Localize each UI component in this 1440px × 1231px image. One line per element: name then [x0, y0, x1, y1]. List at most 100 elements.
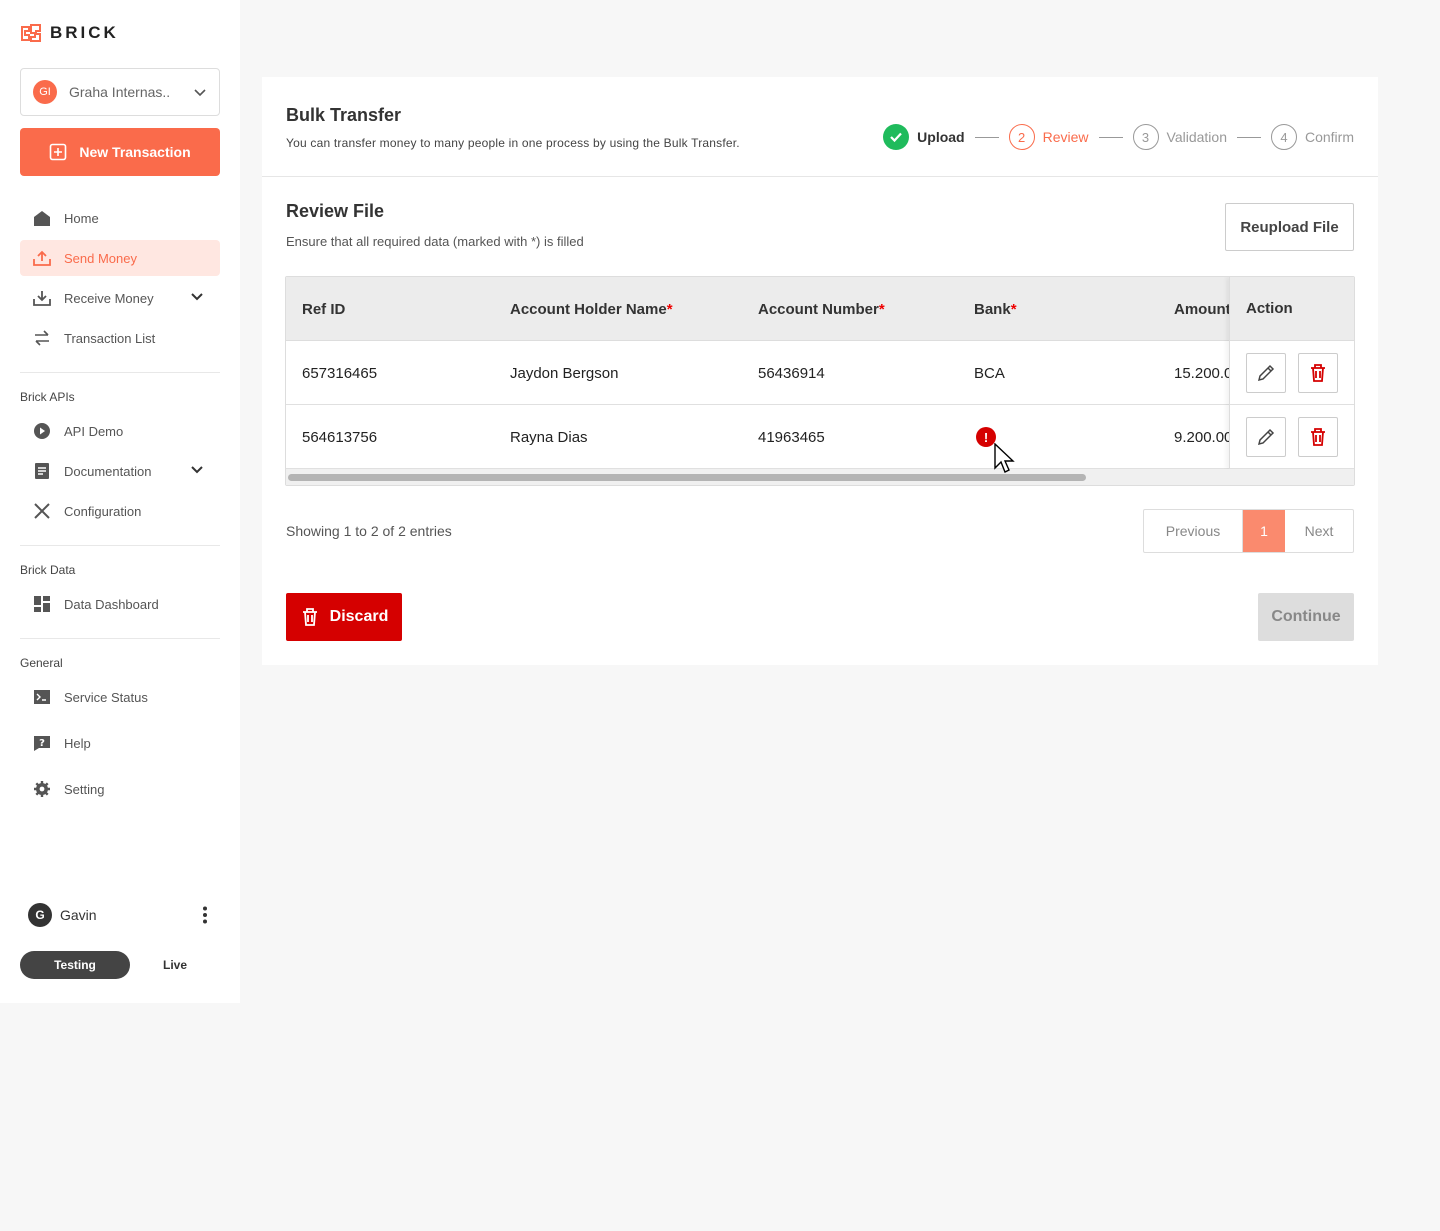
mouse-cursor-icon: [994, 443, 1015, 473]
sidebar-divider: [20, 372, 220, 373]
env-live-button[interactable]: Live: [130, 951, 220, 979]
cell-ref-id: 564613756: [302, 428, 378, 446]
review-file-subtitle: Ensure that all required data (marked wi…: [286, 234, 584, 249]
continue-button[interactable]: Continue: [1258, 593, 1354, 641]
error-alert-icon[interactable]: !: [976, 427, 996, 447]
step-connector: [1236, 136, 1261, 138]
brand-name: BRICK: [50, 23, 119, 42]
scrollbar-thumb[interactable]: [288, 474, 1086, 481]
step-number: 3: [1132, 124, 1159, 150]
cell-account-number: 56436914: [758, 364, 825, 382]
edit-row-button[interactable]: [1246, 416, 1286, 457]
table-row: 564613756 Rayna Dias 41963465 ! 9.200.00…: [286, 405, 1354, 469]
column-header-bank: Bank *: [974, 300, 1017, 318]
step-review: 2 Review: [1008, 124, 1089, 150]
sidebar-item-label: Data Dashboard: [64, 596, 159, 612]
column-header-holder: Account Holder Name *: [510, 300, 673, 318]
sidebar-item-help[interactable]: ? Help: [20, 725, 220, 761]
table-row: 657316465 Jaydon Bergson 56436914 BCA 15…: [286, 341, 1354, 405]
previous-page-button[interactable]: Previous: [1144, 510, 1243, 552]
sidebar-item-label: Send Money: [64, 250, 137, 266]
brick-logo-icon: [21, 24, 41, 42]
help-icon: ?: [32, 733, 52, 753]
page-title: Bulk Transfer: [286, 105, 402, 125]
chevron-down-icon: [194, 89, 206, 97]
step-label: Validation: [1166, 129, 1227, 145]
discard-label: Discard: [329, 608, 389, 625]
sidebar-item-api-demo[interactable]: API Demo: [20, 413, 220, 449]
section-label-general: General: [20, 656, 63, 670]
sidebar-item-label: Home: [64, 210, 99, 226]
sidebar-divider: [20, 545, 220, 546]
sidebar-item-documentation[interactable]: Documentation: [20, 453, 220, 489]
delete-row-button[interactable]: [1298, 352, 1338, 393]
sidebar-item-receive-money[interactable]: Receive Money: [20, 280, 220, 316]
sidebar-item-transaction-list[interactable]: Transaction List: [20, 320, 220, 356]
chevron-down-icon[interactable]: [190, 290, 204, 304]
org-avatar: GI: [33, 80, 57, 104]
sidebar-item-label: Service Status: [64, 689, 148, 705]
stepper: Upload 2 Review 3 Validation 4 Confirm: [883, 124, 1354, 150]
trash-icon: [302, 608, 317, 626]
review-table: Ref ID Account Holder Name * Account Numb…: [285, 276, 1355, 486]
cell-amount: 15.200.000: [1174, 364, 1230, 382]
horizontal-scrollbar[interactable]: [286, 469, 1354, 485]
sidebar-item-home[interactable]: Home: [20, 200, 220, 236]
new-transaction-button[interactable]: New Transaction: [20, 128, 220, 176]
step-connector: [974, 136, 999, 138]
page-subtitle: You can transfer money to many people in…: [286, 136, 740, 150]
step-upload: Upload: [883, 124, 965, 150]
step-number: 2: [1008, 124, 1035, 150]
sidebar-item-service-status[interactable]: Service Status: [20, 679, 220, 715]
delete-row-button[interactable]: [1298, 416, 1338, 457]
organization-select[interactable]: GI Graha Internas..: [20, 68, 220, 116]
cell-bank[interactable]: !: [976, 405, 996, 469]
reupload-file-button[interactable]: Reupload File: [1225, 203, 1354, 251]
upload-icon: [32, 248, 52, 268]
step-number: 4: [1270, 124, 1297, 150]
download-icon: [32, 288, 52, 308]
bulk-transfer-card: Bulk Transfer You can transfer money to …: [262, 77, 1378, 665]
chevron-down-icon[interactable]: [190, 463, 204, 477]
edit-row-button[interactable]: [1246, 352, 1286, 393]
sidebar-item-setting[interactable]: Setting: [20, 771, 220, 807]
trash-icon: [1311, 363, 1325, 382]
terminal-icon: [32, 687, 52, 707]
cell-holder: Jaydon Bergson: [510, 364, 619, 382]
step-label: Confirm: [1304, 129, 1354, 145]
swap-icon: [32, 328, 52, 348]
gear-icon: [32, 779, 52, 799]
column-header-ref-id: Ref ID: [302, 300, 346, 318]
section-label-brick-data: Brick Data: [20, 563, 76, 577]
tools-icon: [32, 501, 52, 521]
sidebar-item-send-money[interactable]: Send Money: [20, 240, 220, 276]
sidebar-item-label: Receive Money: [64, 290, 154, 306]
env-testing-button[interactable]: Testing: [20, 951, 130, 979]
sidebar-item-label: Configuration: [64, 503, 142, 519]
cell-ref-id: 657316465: [302, 364, 378, 382]
sidebar-item-configuration[interactable]: Configuration: [20, 493, 220, 529]
next-page-button[interactable]: Next: [1285, 510, 1353, 552]
column-header-action: Action: [1230, 277, 1354, 341]
card-header: Bulk Transfer You can transfer money to …: [262, 77, 1378, 177]
dashboard-icon: [32, 594, 52, 614]
sidebar-item-label: Setting: [64, 781, 105, 797]
step-validation: 3 Validation: [1132, 124, 1227, 150]
user-profile[interactable]: G Gavin: [28, 903, 208, 927]
more-vertical-icon[interactable]: [202, 906, 208, 924]
page-1-button[interactable]: 1: [1243, 510, 1285, 552]
entries-info: Showing 1 to 2 of 2 entries: [286, 523, 452, 539]
discard-button[interactable]: Discard: [286, 593, 402, 641]
sidebar-item-label: API Demo: [64, 423, 124, 439]
org-name: Graha Internas..: [69, 84, 171, 100]
brand-logo[interactable]: BRICK: [20, 22, 119, 44]
cell-bank: BCA: [974, 364, 1005, 382]
sidebar-item-data-dashboard[interactable]: Data Dashboard: [20, 586, 220, 622]
sidebar-item-label: Help: [64, 735, 91, 751]
column-header-amount: Amount: [1174, 300, 1230, 318]
sidebar-divider: [20, 638, 220, 639]
cell-holder: Rayna Dias: [510, 428, 588, 446]
sidebar: BRICK GI Graha Internas.. New Transactio…: [0, 0, 240, 1003]
step-label: Review: [1042, 129, 1089, 145]
action-row: [1230, 405, 1354, 469]
